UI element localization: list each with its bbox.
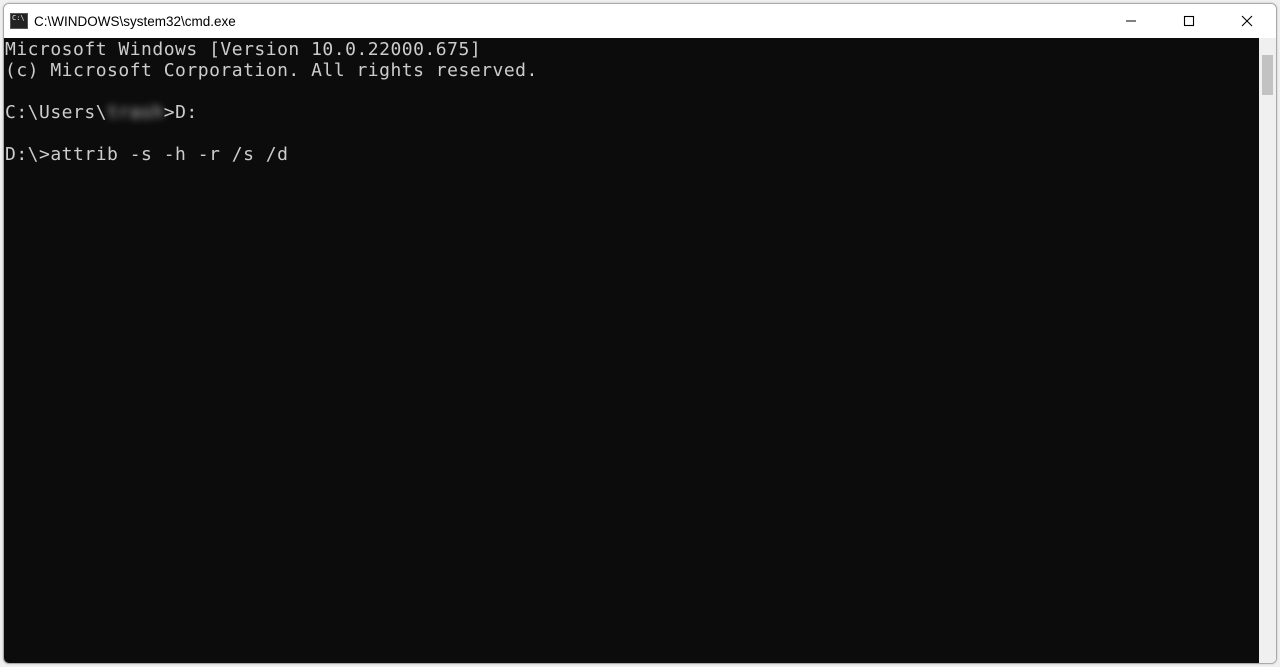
close-button[interactable] [1218, 4, 1276, 38]
scrollbar-thumb[interactable] [1262, 55, 1273, 95]
vertical-scrollbar[interactable] [1259, 38, 1276, 663]
cmd-window: C:\WINDOWS\system32\cmd.exe Microsoft Wi [3, 3, 1277, 664]
minimize-icon [1125, 15, 1137, 27]
window-title: C:\WINDOWS\system32\cmd.exe [34, 14, 1102, 29]
titlebar[interactable]: C:\WINDOWS\system32\cmd.exe [4, 4, 1276, 38]
cmd-icon [10, 13, 28, 29]
minimize-button[interactable] [1102, 4, 1160, 38]
maximize-button[interactable] [1160, 4, 1218, 38]
maximize-icon [1183, 15, 1195, 27]
prompt-1-prefix: C:\Users\ [5, 102, 107, 123]
close-icon [1241, 15, 1253, 27]
window-body: Microsoft Windows [Version 10.0.22000.67… [4, 38, 1276, 663]
window-controls [1102, 4, 1276, 38]
version-line: Microsoft Windows [Version 10.0.22000.67… [5, 39, 481, 60]
prompt-1-command: >D: [164, 102, 198, 123]
copyright-line: (c) Microsoft Corporation. All rights re… [5, 60, 538, 81]
prompt-2: D:\>attrib -s -h -r /s /d [5, 144, 288, 165]
terminal-output[interactable]: Microsoft Windows [Version 10.0.22000.67… [4, 38, 1259, 663]
prompt-1-username: trash [107, 102, 164, 123]
